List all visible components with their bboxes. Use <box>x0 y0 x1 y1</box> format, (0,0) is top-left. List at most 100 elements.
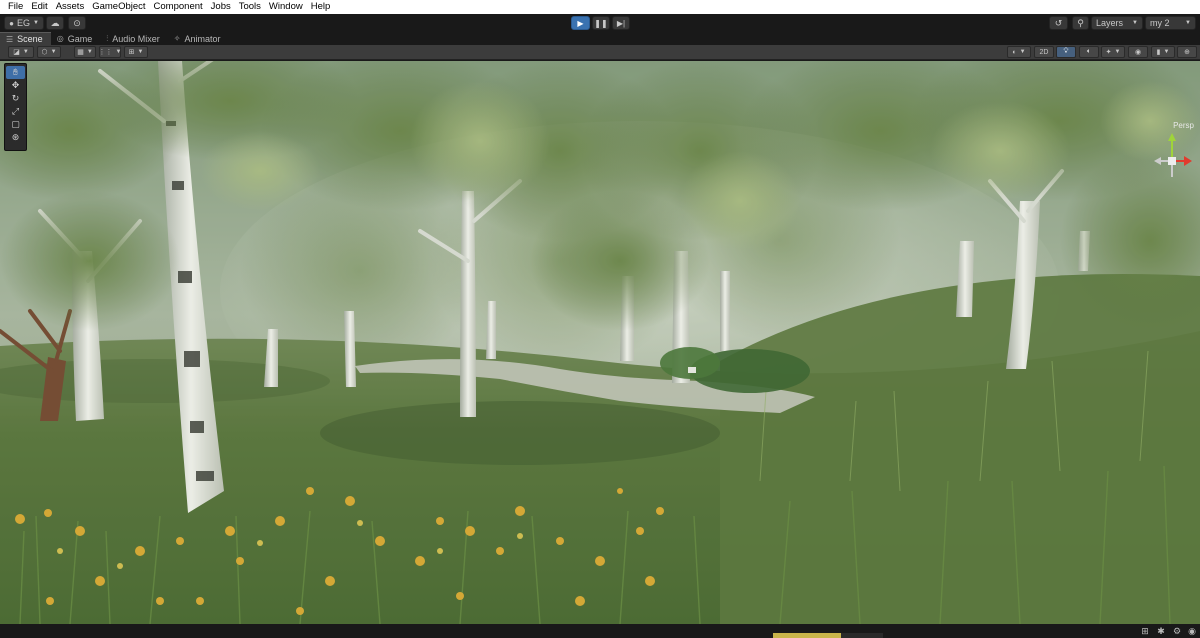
orientation-gizmo[interactable] <box>1152 131 1192 191</box>
chevron-down-icon: ▼ <box>137 49 144 55</box>
progress-bar <box>773 633 883 638</box>
play-button[interactable]: ▶ <box>571 16 590 30</box>
scene-icon: ☰ <box>6 34 14 44</box>
scene-visibility-toggle[interactable]: ◉ <box>1128 46 1148 58</box>
menu-bar: File Edit Assets GameObject Component Jobs Too… <box>0 0 1200 14</box>
rotate-tool-button[interactable]: ↻ <box>6 92 25 105</box>
eye-icon: ◉ <box>1134 49 1142 56</box>
transform-icon: ⊛ <box>11 131 20 142</box>
projection-label[interactable]: Persp <box>1173 121 1194 130</box>
menu-item-jobs[interactable]: Jobs <box>207 0 235 14</box>
chevron-down-icon: ▼ <box>1132 20 1138 26</box>
menu-item-assets[interactable]: Assets <box>52 0 89 14</box>
tab-label: Animator <box>184 33 221 44</box>
tab-game[interactable]: ◎ Game <box>51 32 101 45</box>
step-icon: ▶| <box>616 18 626 28</box>
ruler-icon: ⊞ <box>128 49 135 56</box>
draw-mode-icon: ◪ <box>13 49 20 56</box>
toggle-2d-label: 2D <box>1039 48 1049 56</box>
menu-item-tools[interactable]: Tools <box>235 0 265 14</box>
debug-icon[interactable]: ✱ <box>1156 626 1166 636</box>
scale-tool-button[interactable]: ⤢ <box>6 105 25 118</box>
camera-icon: ▮ <box>1156 49 1161 56</box>
tool-palette: ✋︎ ✥ ↻ ⤢ ▢ ⊛ <box>4 63 27 151</box>
draw-mode-dropdown[interactable]: ◪ ▼ <box>8 46 34 58</box>
network-icon[interactable]: ⊞ <box>1140 626 1150 636</box>
game-controller-icon: ◎ <box>56 34 64 43</box>
increment-snap-dropdown[interactable]: ⊞ ▼ <box>124 46 148 58</box>
chevron-down-icon: ▼ <box>22 49 29 55</box>
speaker-icon: 🔈︎ <box>1086 48 1092 55</box>
chevron-down-icon: ▼ <box>1185 20 1191 26</box>
layout-label: my 2 <box>1150 18 1170 28</box>
scale-icon: ⤢ <box>11 105 20 116</box>
history-icon: ↺ <box>1054 17 1063 28</box>
audio-toggle[interactable]: 🔈︎ <box>1079 46 1099 58</box>
snap-dropdown[interactable]: ⋮⋮ ▼ <box>99 46 121 58</box>
camera-dropdown[interactable]: ▮ ▼ <box>1151 46 1175 58</box>
menu-item-edit[interactable]: Edit <box>27 0 51 14</box>
account-label: EG <box>16 18 30 28</box>
transform-tool-button[interactable]: ⊛ <box>6 131 25 144</box>
search-icon: ⚲ <box>1077 17 1084 28</box>
audio-mixer-icon: ⫶ <box>106 33 109 43</box>
scene-toolbar: ◪ ▼ ⬡ ▼ ▦ ▼ ⋮⋮ ▼ ⊞ ▼ ◐ ▼ 2D 💡︎ 🔈︎ ✦ ▼ ◉ ▮ ▼ ⊕ <box>0 45 1200 60</box>
effects-icon: ✦ <box>1105 49 1112 56</box>
search-button[interactable]: ⚲ <box>1072 16 1089 30</box>
snap-icon: ⋮⋮ <box>98 49 113 56</box>
menu-item-window[interactable]: Window <box>265 0 307 14</box>
account-icon: ● <box>9 18 14 28</box>
menu-item-file[interactable]: File <box>4 0 27 14</box>
menu-item-help[interactable]: Help <box>307 0 335 14</box>
status-bar: ⊞ ✱ ⚙ ◉ <box>0 624 1200 638</box>
move-icon: ✥ <box>11 79 20 90</box>
progress-fill <box>773 633 842 638</box>
chevron-down-icon: ▼ <box>1019 49 1026 55</box>
chevron-down-icon: ▼ <box>115 49 122 55</box>
toggle-2d-button[interactable]: 2D <box>1034 46 1054 58</box>
shading-mode-dropdown[interactable]: ◐ ▼ <box>1007 46 1031 58</box>
animator-icon: ✧ <box>173 34 181 43</box>
chevron-down-icon: ▼ <box>1114 49 1121 55</box>
tab-audio-mixer[interactable]: ⫶ Audio Mixer <box>100 32 168 45</box>
scene-viewport[interactable] <box>0 61 1200 624</box>
effects-dropdown[interactable]: ✦ ▼ <box>1101 46 1125 58</box>
rotate-icon: ↻ <box>11 92 20 103</box>
rect-tool-button[interactable]: ▢ <box>6 118 25 131</box>
tab-label: Game <box>67 33 93 44</box>
tab-label: Audio Mixer <box>112 33 160 44</box>
gizmos-icon: ⊕ <box>1184 49 1190 56</box>
chevron-down-icon: ▼ <box>86 49 93 55</box>
cloud-icon: ☁ <box>50 17 60 28</box>
chevron-down-icon: ▼ <box>32 20 39 26</box>
menu-item-component[interactable]: Component <box>150 0 207 14</box>
collab-icon: ⊙ <box>73 17 81 28</box>
light-bulb-icon: 💡︎ <box>1063 48 1069 55</box>
grid-dropdown[interactable]: ▦ ▼ <box>74 46 96 58</box>
layers-dropdown[interactable]: Layers ▼ <box>1091 16 1143 30</box>
hand-icon: ✋︎ <box>12 66 19 77</box>
account-dropdown[interactable]: ● EG ▼ <box>4 16 44 30</box>
rect-icon: ▢ <box>11 118 20 129</box>
move-tool-button[interactable]: ✥ <box>6 79 25 92</box>
shading-dropdown[interactable]: ⬡ ▼ <box>37 46 61 58</box>
gizmos-dropdown[interactable]: ⊕ <box>1177 46 1197 58</box>
pause-button[interactable]: ❚❚ <box>592 16 610 30</box>
step-button[interactable]: ▶| <box>612 16 630 30</box>
layout-dropdown[interactable]: my 2 ▼ <box>1145 16 1196 30</box>
tab-scene[interactable]: ☰ Scene <box>0 32 51 45</box>
main-toolbar: ● EG ▼ ☁ ⊙ ▶ ❚❚ ▶| ↺ ⚲ Layers ▼ my 2 ▼ <box>0 14 1200 32</box>
settings-icon[interactable]: ⚙ <box>1172 626 1182 636</box>
play-icon: ▶ <box>577 18 584 28</box>
menu-item-gameobject[interactable]: GameObject <box>88 0 149 14</box>
hand-tool-button[interactable]: ✋︎ <box>6 66 25 79</box>
cube-icon: ⬡ <box>41 49 48 56</box>
lighting-toggle[interactable]: 💡︎ <box>1056 46 1076 58</box>
tab-animator[interactable]: ✧ Animator <box>168 32 229 45</box>
history-button[interactable]: ↺ <box>1049 16 1068 30</box>
collab-button[interactable]: ⊙ <box>68 16 86 30</box>
sync-icon[interactable]: ◉ <box>1187 626 1197 636</box>
layers-label: Layers <box>1096 18 1124 28</box>
cloud-button[interactable]: ☁ <box>46 16 64 30</box>
tab-label: Scene <box>17 34 43 44</box>
